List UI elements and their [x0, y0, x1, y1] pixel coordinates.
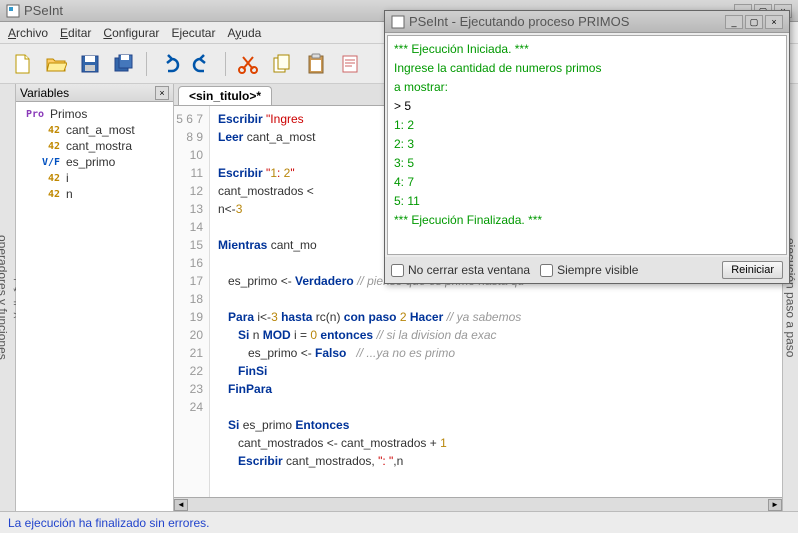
variables-close-icon[interactable]: ×: [155, 86, 169, 100]
undo-button[interactable]: [155, 50, 183, 78]
redo-button[interactable]: [189, 50, 217, 78]
variable-type-badge: 42: [38, 173, 60, 184]
variable-name: cant_a_most: [66, 123, 135, 137]
exec-close-button[interactable]: ×: [765, 15, 783, 29]
save-button[interactable]: [76, 50, 104, 78]
variable-row[interactable]: Pro Primos: [16, 106, 173, 122]
variable-row[interactable]: 42 cant_a_most: [16, 122, 173, 138]
variable-name: Primos: [50, 107, 87, 121]
exec-footer: No cerrar esta ventana Siempre visible R…: [385, 257, 789, 283]
menu-ejecutar[interactable]: Ejecutar: [171, 26, 215, 40]
open-button[interactable]: [42, 50, 70, 78]
variable-name: n: [66, 187, 73, 201]
exec-title: PSeInt - Ejecutando proceso PRIMOS: [409, 14, 629, 29]
variable-row[interactable]: V/F es_primo: [16, 154, 173, 170]
app-icon: [6, 4, 20, 18]
exec-alwaysvisible-checkbox[interactable]: Siempre visible: [540, 263, 638, 277]
menu-configurar[interactable]: Configurar: [103, 26, 159, 40]
cut-button[interactable]: [234, 50, 262, 78]
variable-row[interactable]: 42 cant_mostra: [16, 138, 173, 154]
statusbar: La ejecución ha finalizado sin errores.: [0, 511, 798, 533]
execution-window: PSeInt - Ejecutando proceso PRIMOS _ ▢ ×…: [384, 10, 790, 284]
status-text: La ejecución ha finalizado sin errores.: [8, 516, 209, 530]
variable-name: cant_mostra: [66, 139, 132, 153]
menu-archivo[interactable]: Archivo: [8, 26, 48, 40]
menu-ayuda[interactable]: Ayuda: [227, 26, 261, 40]
variable-name: i: [66, 171, 69, 185]
horizontal-scrollbar[interactable]: ◄ ►: [174, 497, 782, 511]
left-sidebar-operators[interactable]: + * = > operadores y funciones: [0, 84, 16, 511]
variable-name: es_primo: [66, 155, 115, 169]
scroll-left-icon[interactable]: ◄: [174, 499, 188, 511]
exec-noclose-checkbox[interactable]: No cerrar esta ventana: [391, 263, 530, 277]
operators-label: operadores y funciones: [0, 235, 9, 360]
exec-app-icon: [391, 15, 405, 29]
variable-type-badge: V/F: [38, 157, 60, 168]
saveall-button[interactable]: [110, 50, 138, 78]
variable-type-badge: 42: [38, 189, 60, 200]
variable-type-badge: 42: [38, 125, 60, 136]
notes-button[interactable]: [336, 50, 364, 78]
paste-button[interactable]: [302, 50, 330, 78]
exec-minimize-button[interactable]: _: [725, 15, 743, 29]
variables-panel: Variables × Pro Primos 42 cant_a_most 42 cant…: [16, 84, 174, 511]
new-button[interactable]: [8, 50, 36, 78]
variable-row[interactable]: 42 i: [16, 170, 173, 186]
editor-tab[interactable]: <sin_titulo>*: [178, 86, 272, 105]
variable-row[interactable]: 42 n: [16, 186, 173, 202]
menu-editar[interactable]: Editar: [60, 26, 91, 40]
app-title: PSeInt: [24, 3, 63, 18]
line-gutter: 5 6 7 8 9 10 11 12 13 14 15 16 17 18 19 …: [174, 106, 210, 497]
variables-title: Variables: [20, 86, 69, 100]
scroll-right-icon[interactable]: ►: [768, 499, 782, 511]
variable-type-badge: 42: [38, 141, 60, 152]
exec-maximize-button[interactable]: ▢: [745, 15, 763, 29]
variable-type-badge: Pro: [22, 109, 44, 120]
copy-button[interactable]: [268, 50, 296, 78]
exec-output: *** Ejecución Iniciada. *** Ingrese la c…: [387, 35, 787, 255]
exec-restart-button[interactable]: Reiniciar: [722, 261, 783, 279]
